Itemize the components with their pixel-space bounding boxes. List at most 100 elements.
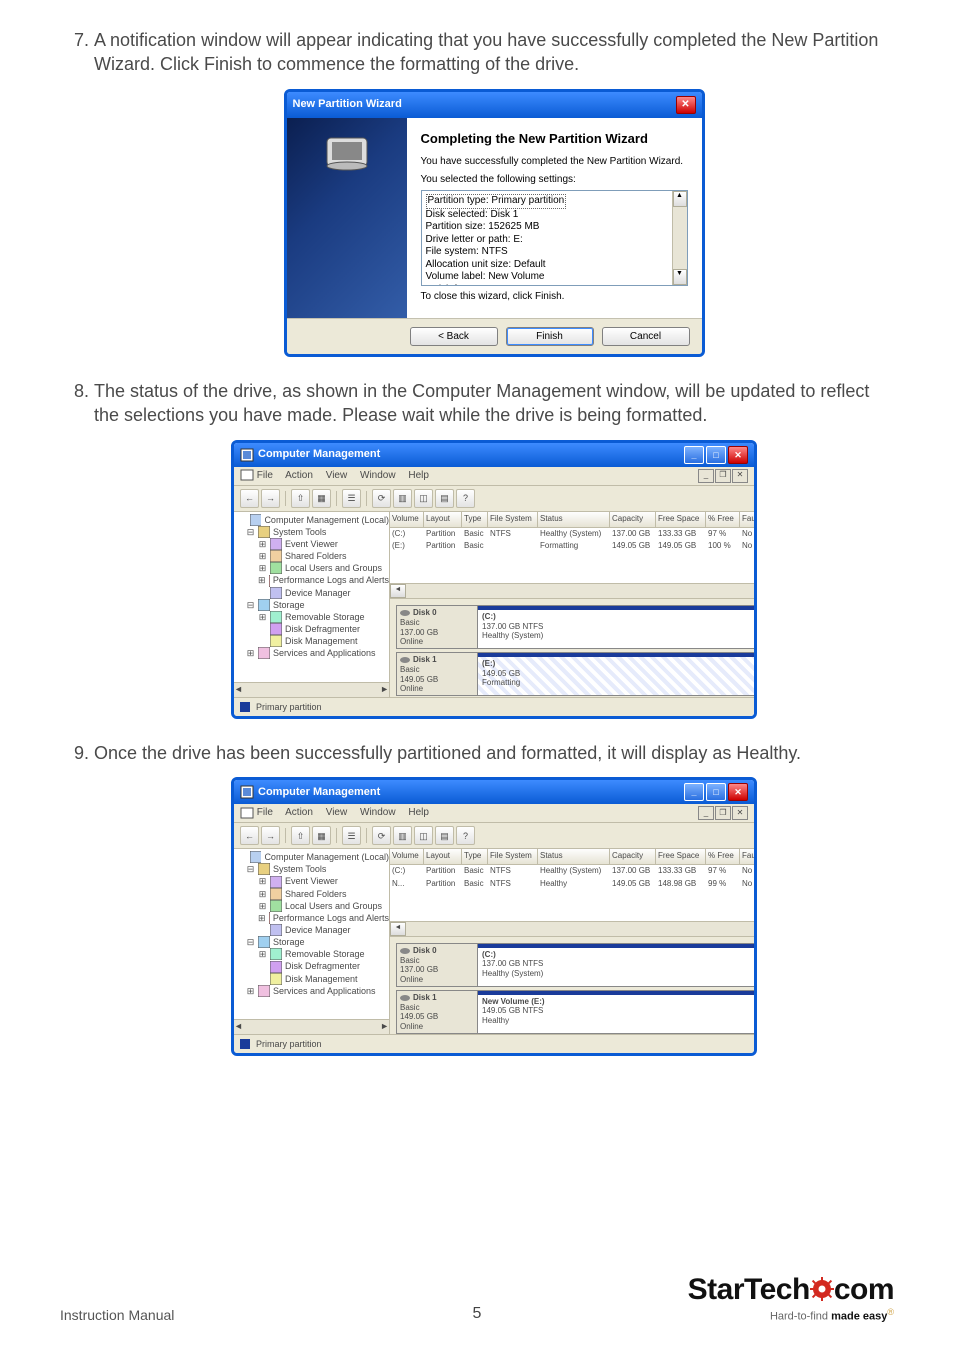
col-free[interactable]: Free Space <box>656 512 706 528</box>
table-row[interactable]: N...PartitionBasicNTFSHealthy149.05 GB14… <box>390 878 757 891</box>
inner-close-icon[interactable]: ✕ <box>732 469 748 483</box>
refresh-icon[interactable]: ⟳ <box>372 826 391 845</box>
table-hscroll[interactable]: ◄► <box>390 583 757 598</box>
inner-restore-icon[interactable]: ❐ <box>715 806 731 820</box>
close-icon[interactable]: ✕ <box>676 96 696 114</box>
cancel-button[interactable]: Cancel <box>602 327 690 347</box>
col-volume[interactable]: Volume <box>390 512 424 528</box>
table-row[interactable]: (C:)PartitionBasicNTFSHealthy (System)13… <box>390 528 757 541</box>
col-fs[interactable]: File System <box>488 512 538 528</box>
disk-1[interactable]: Disk 1 Basic 149.05 GB Online (E:) 149.0… <box>396 652 757 696</box>
menu-action[interactable]: Action <box>285 807 313 818</box>
table-hscroll[interactable]: ◄► <box>390 921 757 936</box>
up-icon[interactable]: ⇧ <box>291 489 310 508</box>
tree-removable[interactable]: ⊞Removable Storage <box>236 948 391 960</box>
tree-root[interactable]: Computer Management (Local) <box>236 851 391 863</box>
nav-back-icon[interactable]: ← <box>240 489 259 508</box>
tree-event[interactable]: ⊞Event Viewer <box>236 875 391 887</box>
tree-users[interactable]: ⊞Local Users and Groups <box>236 900 391 912</box>
back-button[interactable]: < Back <box>410 327 498 347</box>
inner-minimize-icon[interactable]: _ <box>698 469 714 483</box>
col-free[interactable]: Free Space <box>656 849 706 865</box>
tree-system-tools[interactable]: ⊟System Tools <box>236 863 391 875</box>
nav-fwd-icon[interactable]: → <box>261 826 280 845</box>
tree-system-tools[interactable]: ⊟System Tools <box>236 526 391 538</box>
scroll-up-icon[interactable]: ▲ <box>673 191 687 207</box>
tree-hscroll[interactable]: ◄► <box>234 682 389 697</box>
tree-hscroll[interactable]: ◄► <box>234 1019 389 1034</box>
scroll-down-icon[interactable]: ▼ <box>673 269 687 285</box>
tree-services[interactable]: ⊞Services and Applications <box>236 647 391 659</box>
menu-help[interactable]: Help <box>408 807 429 818</box>
col-pct[interactable]: % Free <box>706 849 740 865</box>
menu-window[interactable]: Window <box>360 807 396 818</box>
tree-diskmgmt[interactable]: Disk Management <box>236 635 391 647</box>
tree-defrag[interactable]: Disk Defragmenter <box>236 623 391 635</box>
menu-file[interactable]: File <box>257 470 273 481</box>
nav-back-icon[interactable]: ← <box>240 826 259 845</box>
disk-1-partition[interactable]: (E:) 149.05 GB Formatting <box>478 653 757 695</box>
tree-device[interactable]: Device Manager <box>236 924 391 936</box>
tree-event[interactable]: ⊞Event Viewer <box>236 538 391 550</box>
close-icon[interactable]: ✕ <box>728 446 748 464</box>
col-ft[interactable]: Fault Tolerance <box>740 512 757 528</box>
tree-diskmgmt[interactable]: Disk Management <box>236 973 391 985</box>
minimize-icon[interactable]: _ <box>684 783 704 801</box>
inner-minimize-icon[interactable]: _ <box>698 806 714 820</box>
refresh-icon[interactable]: ⟳ <box>372 489 391 508</box>
inner-restore-icon[interactable]: ❐ <box>715 469 731 483</box>
disk-0-partition[interactable]: (C:) 137.00 GB NTFS Healthy (System) <box>478 606 757 648</box>
menu-file[interactable]: File <box>257 807 273 818</box>
col-capacity[interactable]: Capacity <box>610 512 656 528</box>
tree-storage[interactable]: ⊟Storage <box>236 936 391 948</box>
col-ft[interactable]: Fault Tolerance <box>740 849 757 865</box>
view3-icon[interactable]: ▤ <box>435 826 454 845</box>
disk-0[interactable]: Disk 0 Basic 137.00 GB Online (C:) 137.0… <box>396 943 757 987</box>
nav-fwd-icon[interactable]: → <box>261 489 280 508</box>
properties-icon[interactable]: ☰ <box>342 489 361 508</box>
close-icon[interactable]: ✕ <box>728 783 748 801</box>
menu-window[interactable]: Window <box>360 470 396 481</box>
tree-perf[interactable]: ⊞Performance Logs and Alerts <box>236 912 391 924</box>
menu-action[interactable]: Action <box>285 470 313 481</box>
view2-icon[interactable]: ◫ <box>414 489 433 508</box>
col-status[interactable]: Status <box>538 512 610 528</box>
up-icon[interactable]: ⇧ <box>291 826 310 845</box>
disk-1[interactable]: Disk 1 Basic 149.05 GB Online New Volume… <box>396 990 757 1034</box>
tree-icon[interactable]: ▦ <box>312 489 331 508</box>
tree-shared[interactable]: ⊞Shared Folders <box>236 888 391 900</box>
disk-0[interactable]: Disk 0 Basic 137.00 GB Online (C:) 137.0… <box>396 605 757 649</box>
maximize-icon[interactable]: □ <box>706 446 726 464</box>
help-icon[interactable]: ? <box>456 489 475 508</box>
tree-perf[interactable]: ⊞Performance Logs and Alerts <box>236 574 391 586</box>
disk-0-partition[interactable]: (C:) 137.00 GB NTFS Healthy (System) <box>478 944 757 986</box>
finish-button[interactable]: Finish <box>506 327 594 347</box>
col-pct[interactable]: % Free <box>706 512 740 528</box>
col-type[interactable]: Type <box>462 512 488 528</box>
tree-removable[interactable]: ⊞Removable Storage <box>236 611 391 623</box>
col-volume[interactable]: Volume <box>390 849 424 865</box>
tree-root[interactable]: Computer Management (Local) <box>236 514 391 526</box>
properties-icon[interactable]: ☰ <box>342 826 361 845</box>
col-status[interactable]: Status <box>538 849 610 865</box>
table-row[interactable]: (E:)PartitionBasicFormatting149.05 GB149… <box>390 540 757 553</box>
minimize-icon[interactable]: _ <box>684 446 704 464</box>
help-icon[interactable]: ? <box>456 826 475 845</box>
view3-icon[interactable]: ▤ <box>435 489 454 508</box>
tree-storage[interactable]: ⊟Storage <box>236 599 391 611</box>
menu-view[interactable]: View <box>326 807 348 818</box>
tree-users[interactable]: ⊞Local Users and Groups <box>236 562 391 574</box>
menu-view[interactable]: View <box>326 470 348 481</box>
col-fs[interactable]: File System <box>488 849 538 865</box>
maximize-icon[interactable]: □ <box>706 783 726 801</box>
view2-icon[interactable]: ◫ <box>414 826 433 845</box>
tree-device[interactable]: Device Manager <box>236 587 391 599</box>
col-layout[interactable]: Layout <box>424 849 462 865</box>
tree-shared[interactable]: ⊞Shared Folders <box>236 550 391 562</box>
tree-services[interactable]: ⊞Services and Applications <box>236 985 391 997</box>
tree-icon[interactable]: ▦ <box>312 826 331 845</box>
view1-icon[interactable]: ▥ <box>393 826 412 845</box>
menu-help[interactable]: Help <box>408 470 429 481</box>
col-type[interactable]: Type <box>462 849 488 865</box>
tree-defrag[interactable]: Disk Defragmenter <box>236 960 391 972</box>
